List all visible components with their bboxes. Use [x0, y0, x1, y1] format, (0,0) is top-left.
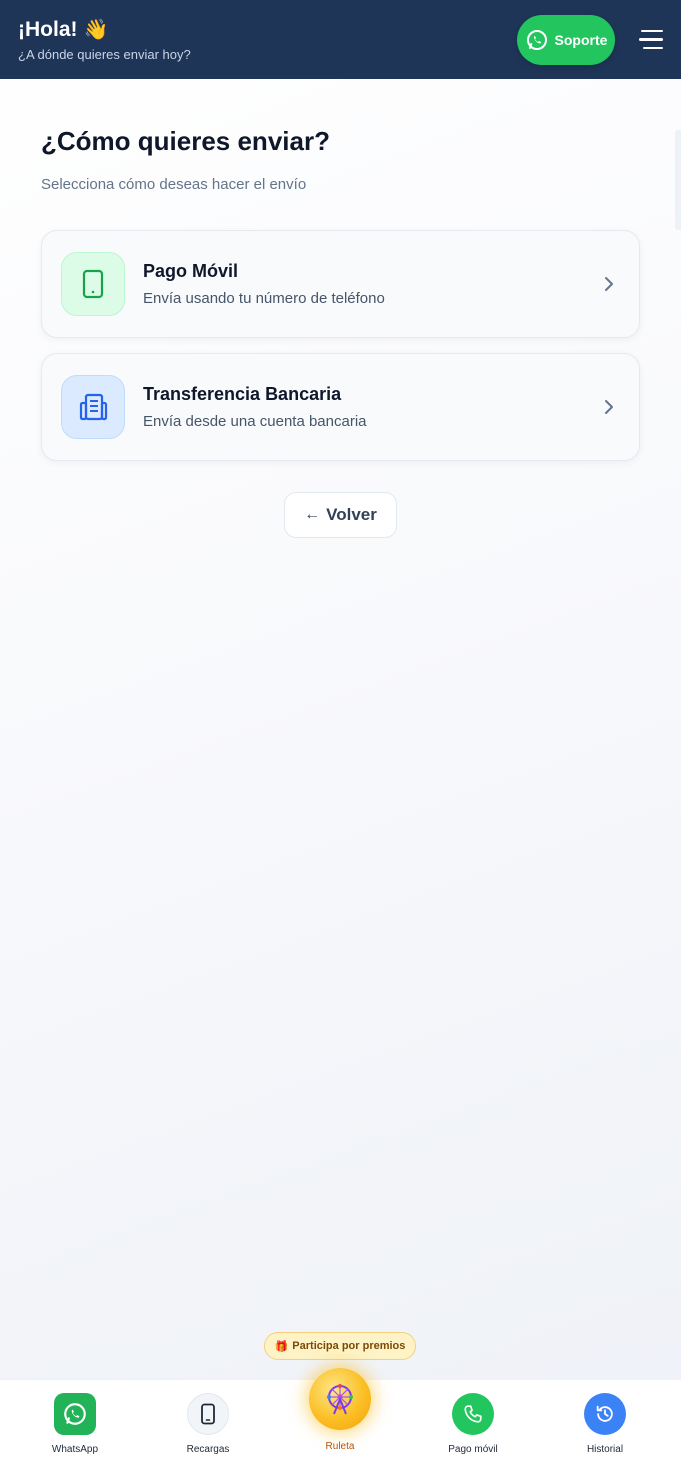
greeting: ¡Hola! 👋 ¿A dónde quieres enviar hoy? [18, 17, 191, 62]
header-actions: Soporte [517, 14, 663, 65]
chevron-right-icon [599, 274, 619, 294]
option-transferencia-bancaria[interactable]: Transferencia Bancaria Envía desde una c… [41, 353, 640, 461]
nav-item-whatsapp[interactable]: WhatsApp [20, 1380, 130, 1455]
app-header: ¡Hola! 👋 ¿A dónde quieres enviar hoy? So… [0, 0, 681, 79]
option-description: Envía usando tu número de teléfono [143, 290, 385, 307]
chevron-right-icon [599, 397, 619, 417]
nav-item-historial[interactable]: Historial [550, 1380, 660, 1455]
promo-label: Participa por premios [292, 1340, 406, 1352]
option-title: Pago Móvil [143, 261, 239, 281]
option-text: Transferencia Bancaria Envía desde una c… [143, 384, 599, 430]
gift-icon: 🎁 [274, 1340, 289, 1353]
support-label: Soporte [554, 31, 608, 48]
nav-item-pago-movil[interactable]: Pago móvil [418, 1380, 528, 1455]
history-icon [584, 1393, 626, 1435]
arrow-left-icon: ← [304, 506, 321, 523]
ferris-wheel-icon [309, 1368, 371, 1430]
option-text: Pago Móvil Envía usando tu número de tel… [143, 261, 599, 307]
phone-icon [61, 252, 125, 316]
nav-label: WhatsApp [51, 1444, 99, 1455]
phone-icon [187, 1393, 229, 1435]
nav-label: Historial [586, 1444, 624, 1455]
option-pago-movil[interactable]: Pago Móvil Envía usando tu número de tel… [41, 230, 640, 338]
nav-label: Ruleta [325, 1441, 355, 1452]
call-icon [452, 1393, 494, 1435]
greeting-text: ¡Hola! [18, 18, 78, 41]
nav-item-recargas[interactable]: Recargas [153, 1380, 263, 1455]
wave-icon: 👋 [83, 19, 109, 41]
page-subtitle: Selecciona cómo deseas hacer el envío [41, 176, 307, 193]
nav-label: Recargas [186, 1444, 230, 1455]
scroll-indicator[interactable] [675, 130, 681, 230]
option-title: Transferencia Bancaria [143, 384, 342, 404]
bottom-navigation: WhatsApp Recargas Ruleta Pago móvil Hist… [0, 1368, 681, 1465]
greeting-subtitle: ¿A dónde quieres enviar hoy? [18, 47, 191, 62]
whatsapp-icon [525, 28, 549, 52]
page-title: ¿Cómo quieres enviar? [41, 126, 330, 156]
option-description: Envía desde una cuenta bancaria [143, 413, 367, 430]
whatsapp-icon [54, 1393, 96, 1435]
back-label: Volver [326, 505, 377, 524]
support-button[interactable]: Soporte [517, 14, 615, 65]
hamburger-menu-icon[interactable] [635, 26, 663, 54]
back-button[interactable]: ← Volver [284, 492, 397, 538]
greeting-title: ¡Hola! 👋 [18, 17, 191, 43]
promo-badge[interactable]: 🎁 Participa por premios [264, 1332, 416, 1360]
nav-label: Pago móvil [448, 1444, 498, 1455]
bank-icon [61, 375, 125, 439]
